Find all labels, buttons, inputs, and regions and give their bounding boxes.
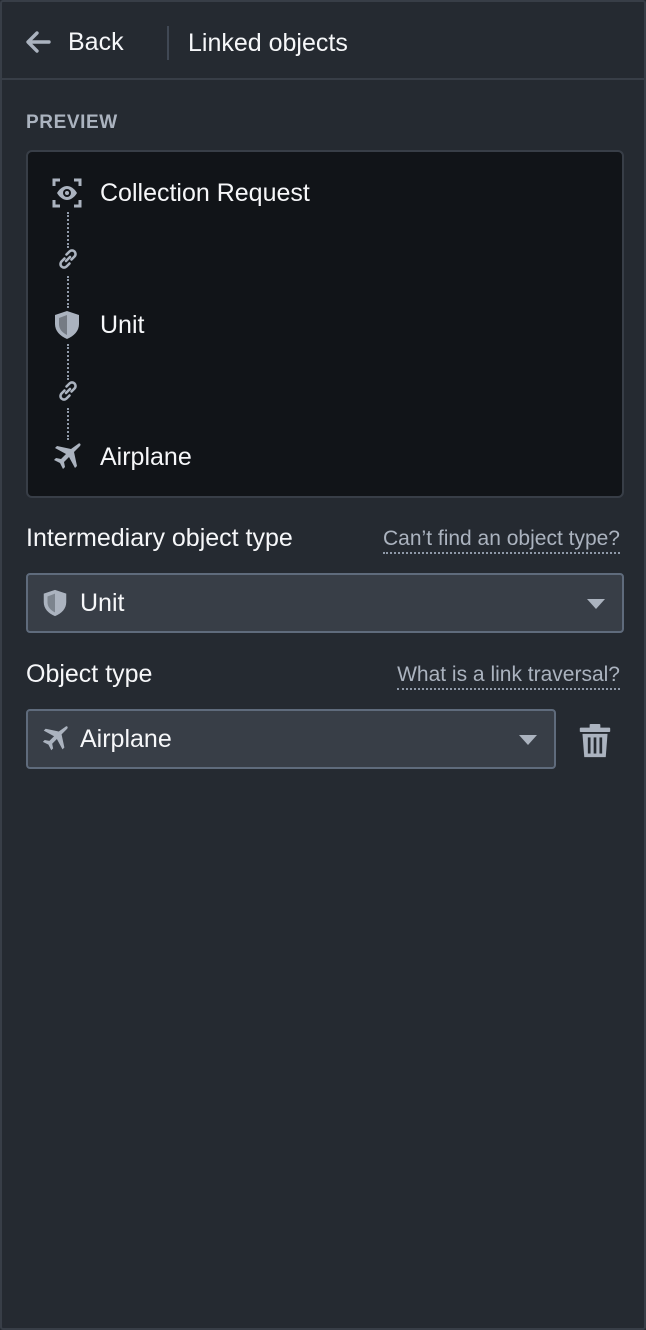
arrow-left-icon <box>26 31 51 53</box>
link-icon <box>59 381 77 401</box>
preview-section-label: PREVIEW <box>26 112 118 133</box>
intermediary-object-type-label: Intermediary object type <box>26 524 293 552</box>
caret-down-icon <box>519 735 537 745</box>
find-object-type-help-link[interactable]: Can’t find an object type? <box>383 527 620 554</box>
preview-box: Collection Request Unit Airplane <box>26 150 624 498</box>
selected-value: Airplane <box>80 724 172 753</box>
preview-node-label: Unit <box>100 310 145 339</box>
link-icon <box>59 249 77 269</box>
preview-node-unit: Unit <box>50 305 144 345</box>
delete-button[interactable] <box>576 721 614 761</box>
caret-down-icon <box>587 599 605 609</box>
object-type-label: Object type <box>26 660 153 688</box>
eye-frame-icon <box>50 176 84 210</box>
shield-icon <box>40 588 70 618</box>
intermediary-object-type-select[interactable]: Unit <box>26 573 624 633</box>
connector-line <box>67 344 69 380</box>
link-traversal-help-link[interactable]: What is a link traversal? <box>397 663 620 690</box>
page-title: Linked objects <box>188 29 348 57</box>
linked-objects-panel: Back Linked objects PREVIEW Collection R… <box>0 0 646 1330</box>
connector-line <box>67 276 69 308</box>
shield-icon <box>50 308 84 342</box>
airplane-icon <box>50 440 84 474</box>
selected-value: Unit <box>80 588 125 617</box>
connector-line <box>67 212 69 248</box>
trash-icon <box>579 724 611 758</box>
header-divider <box>167 26 169 60</box>
preview-node-collection-request: Collection Request <box>50 173 310 213</box>
object-type-select[interactable]: Airplane <box>26 709 556 769</box>
preview-node-airplane: Airplane <box>50 437 192 477</box>
airplane-icon <box>40 724 70 754</box>
back-button[interactable]: Back <box>22 22 124 62</box>
back-label: Back <box>68 27 124 56</box>
preview-node-label: Airplane <box>100 442 192 471</box>
panel-header: Back Linked objects <box>2 2 644 80</box>
preview-node-label: Collection Request <box>100 178 310 207</box>
connector-line <box>67 408 69 440</box>
